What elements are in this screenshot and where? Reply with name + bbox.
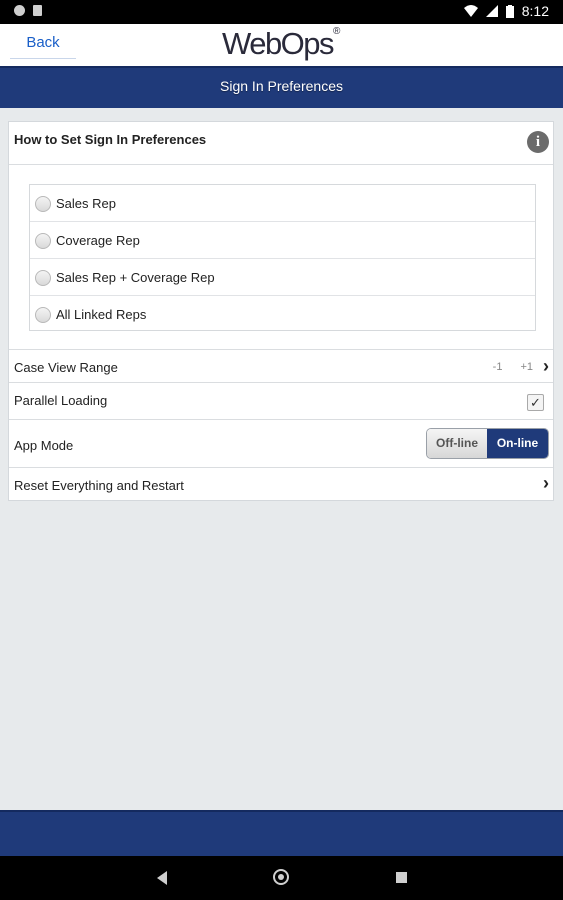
radio-option-all-linked-reps[interactable]: All Linked Reps: [30, 296, 535, 333]
online-option[interactable]: On-line: [487, 429, 548, 458]
status-time: 8:12: [521, 3, 549, 19]
back-button[interactable]: Back: [10, 28, 76, 59]
preferences-panel: How to Set Sign In Preferences i Sales R…: [8, 121, 554, 501]
radio-option-sales-rep[interactable]: Sales Rep: [30, 185, 535, 222]
status-left-icons: [14, 5, 42, 16]
cellular-signal-icon: [485, 5, 498, 17]
logo-registered-mark: ®: [333, 26, 341, 37]
reset-label: Reset Everything and Restart: [14, 478, 184, 493]
parallel-loading-row: Parallel Loading ✓: [9, 383, 553, 420]
info-icon[interactable]: i: [527, 131, 549, 153]
radio-option-sales-and-coverage-rep[interactable]: Sales Rep + Coverage Rep: [30, 259, 535, 296]
radio-section: Sales Rep Coverage Rep Sales Rep + Cover…: [9, 165, 553, 350]
section-title: How to Set Sign In Preferences: [14, 132, 207, 147]
app-header: Back WebOps®: [0, 24, 563, 66]
offline-option[interactable]: Off-line: [427, 429, 487, 458]
radio-option-coverage-rep[interactable]: Coverage Rep: [30, 222, 535, 259]
case-view-range-values: -1 +1: [493, 361, 533, 373]
radio-label: Coverage Rep: [56, 233, 140, 248]
battery-icon: [505, 4, 514, 18]
range-max: +1: [520, 361, 533, 373]
footer-bar: [0, 810, 563, 858]
status-right-icons: 8:12: [463, 3, 549, 19]
app-mode-toggle[interactable]: Off-line On-line: [426, 428, 549, 459]
notification-dot-icon: [14, 5, 25, 16]
sign-in-option-group: Sales Rep Coverage Rep Sales Rep + Cover…: [29, 184, 536, 331]
app-mode-row: App Mode Off-line On-line: [9, 420, 553, 468]
parallel-loading-label: Parallel Loading: [14, 393, 108, 408]
system-nav-bar: [0, 856, 563, 900]
wifi-icon: [463, 5, 478, 17]
section-header: How to Set Sign In Preferences i: [9, 122, 553, 165]
nav-recents-icon[interactable]: [396, 872, 407, 883]
radio-button[interactable]: [35, 196, 51, 212]
radio-label: All Linked Reps: [56, 307, 147, 322]
radio-button[interactable]: [35, 307, 51, 323]
nav-back-icon[interactable]: [157, 871, 167, 885]
radio-button[interactable]: [35, 233, 51, 249]
nav-home-icon[interactable]: [273, 869, 289, 885]
reset-row[interactable]: Reset Everything and Restart ›: [9, 468, 553, 501]
logo-text: WebOps: [222, 26, 335, 61]
chevron-right-icon[interactable]: ›: [543, 473, 549, 494]
radio-button[interactable]: [35, 270, 51, 286]
radio-label: Sales Rep: [56, 196, 116, 211]
radio-label: Sales Rep + Coverage Rep: [56, 270, 215, 285]
case-view-range-label: Case View Range: [14, 360, 118, 375]
app-mode-label: App Mode: [14, 438, 74, 453]
webops-logo: WebOps®: [222, 26, 340, 62]
range-min: -1: [492, 361, 503, 373]
status-bar: 8:12: [0, 0, 563, 24]
case-view-range-row[interactable]: Case View Range -1 +1 ›: [9, 350, 553, 383]
page-title: Sign In Preferences: [0, 66, 563, 108]
sd-card-icon: [33, 5, 42, 16]
chevron-right-icon[interactable]: ›: [543, 356, 549, 377]
parallel-loading-checkbox[interactable]: ✓: [527, 394, 544, 411]
